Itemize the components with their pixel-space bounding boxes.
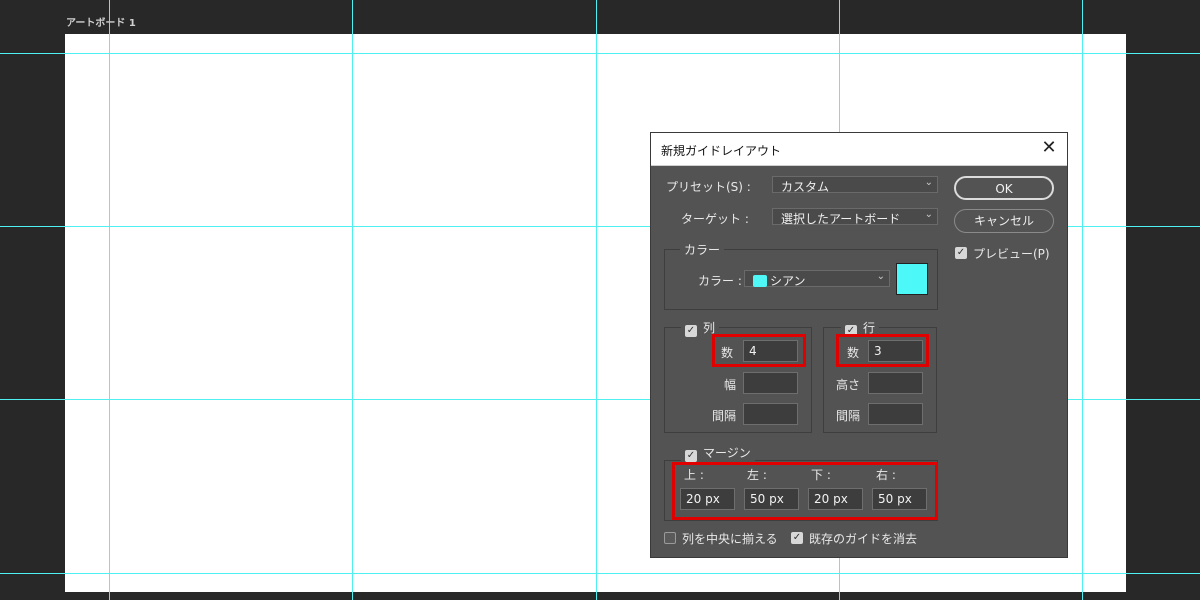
margin-highlight — [672, 462, 938, 520]
cancel-button[interactable]: キャンセル — [954, 209, 1054, 233]
new-guide-layout-dialog: 新規ガイドレイアウト ✕ プリセット(S) : カスタム ⌄ ターゲット : 選… — [651, 133, 1067, 557]
rows-gutter-label: 間隔 — [836, 409, 861, 423]
rows-legend: 行 — [863, 321, 876, 335]
color-group-legend: カラー — [680, 241, 725, 258]
ok-button[interactable]: OK — [954, 176, 1054, 200]
rows-count-highlight — [836, 334, 929, 367]
dialog-titlebar[interactable]: 新規ガイドレイアウト ✕ — [651, 133, 1067, 166]
columns-legend: 列 — [703, 321, 716, 335]
columns-checkbox[interactable]: ✓ — [685, 325, 697, 337]
columns-width-input[interactable] — [743, 372, 798, 394]
guide-vertical — [1082, 0, 1083, 600]
margin-legend-box: ✓ マージン — [681, 444, 755, 462]
center-columns-checkbox[interactable] — [664, 532, 676, 544]
rows-height-label: 高さ — [836, 378, 861, 392]
margin-checkbox[interactable]: ✓ — [685, 450, 697, 462]
preview-checkbox[interactable]: ✓ — [955, 247, 967, 259]
artboard-label: アートボード 1 — [66, 18, 136, 29]
guide-vertical — [596, 0, 597, 600]
close-icon[interactable]: ✕ — [1039, 138, 1059, 158]
preview-label: プレビュー(P) — [973, 247, 1050, 261]
guide-vertical — [352, 0, 353, 600]
rows-height-input[interactable] — [868, 372, 923, 394]
chevron-down-icon: ⌄ — [924, 209, 933, 220]
columns-width-label: 幅 — [724, 378, 737, 392]
chevron-down-icon: ⌄ — [876, 271, 885, 282]
preset-label: プリセット(S) : — [666, 180, 751, 194]
guide-horizontal — [0, 53, 1200, 54]
cyan-swatch-icon — [753, 275, 767, 287]
columns-gutter-input[interactable] — [743, 403, 798, 425]
color-value: シアン — [770, 274, 806, 288]
target-select[interactable]: 選択したアートボード ⌄ — [772, 208, 938, 226]
columns-gutter-label: 間隔 — [712, 409, 737, 423]
color-select[interactable]: シアン ⌄ — [744, 270, 890, 288]
clear-existing-checkbox[interactable]: ✓ — [791, 532, 803, 544]
preset-value: カスタム — [781, 180, 830, 194]
guide-horizontal — [0, 573, 1200, 574]
chevron-down-icon: ⌄ — [924, 177, 933, 188]
rows-gutter-input[interactable] — [868, 403, 923, 425]
preset-select[interactable]: カスタム ⌄ — [772, 176, 938, 194]
margin-legend: マージン — [703, 446, 751, 460]
center-columns-label: 列を中央に揃える — [682, 532, 778, 546]
guide-vertical — [109, 0, 110, 600]
target-label: ターゲット : — [681, 212, 749, 226]
dialog-title: 新規ガイドレイアウト — [661, 144, 782, 158]
target-value: 選択したアートボード — [781, 212, 901, 226]
color-swatch[interactable] — [896, 263, 928, 295]
clear-existing-label: 既存のガイドを消去 — [809, 532, 918, 546]
columns-count-highlight — [712, 334, 806, 367]
color-label: カラー : — [698, 274, 742, 288]
